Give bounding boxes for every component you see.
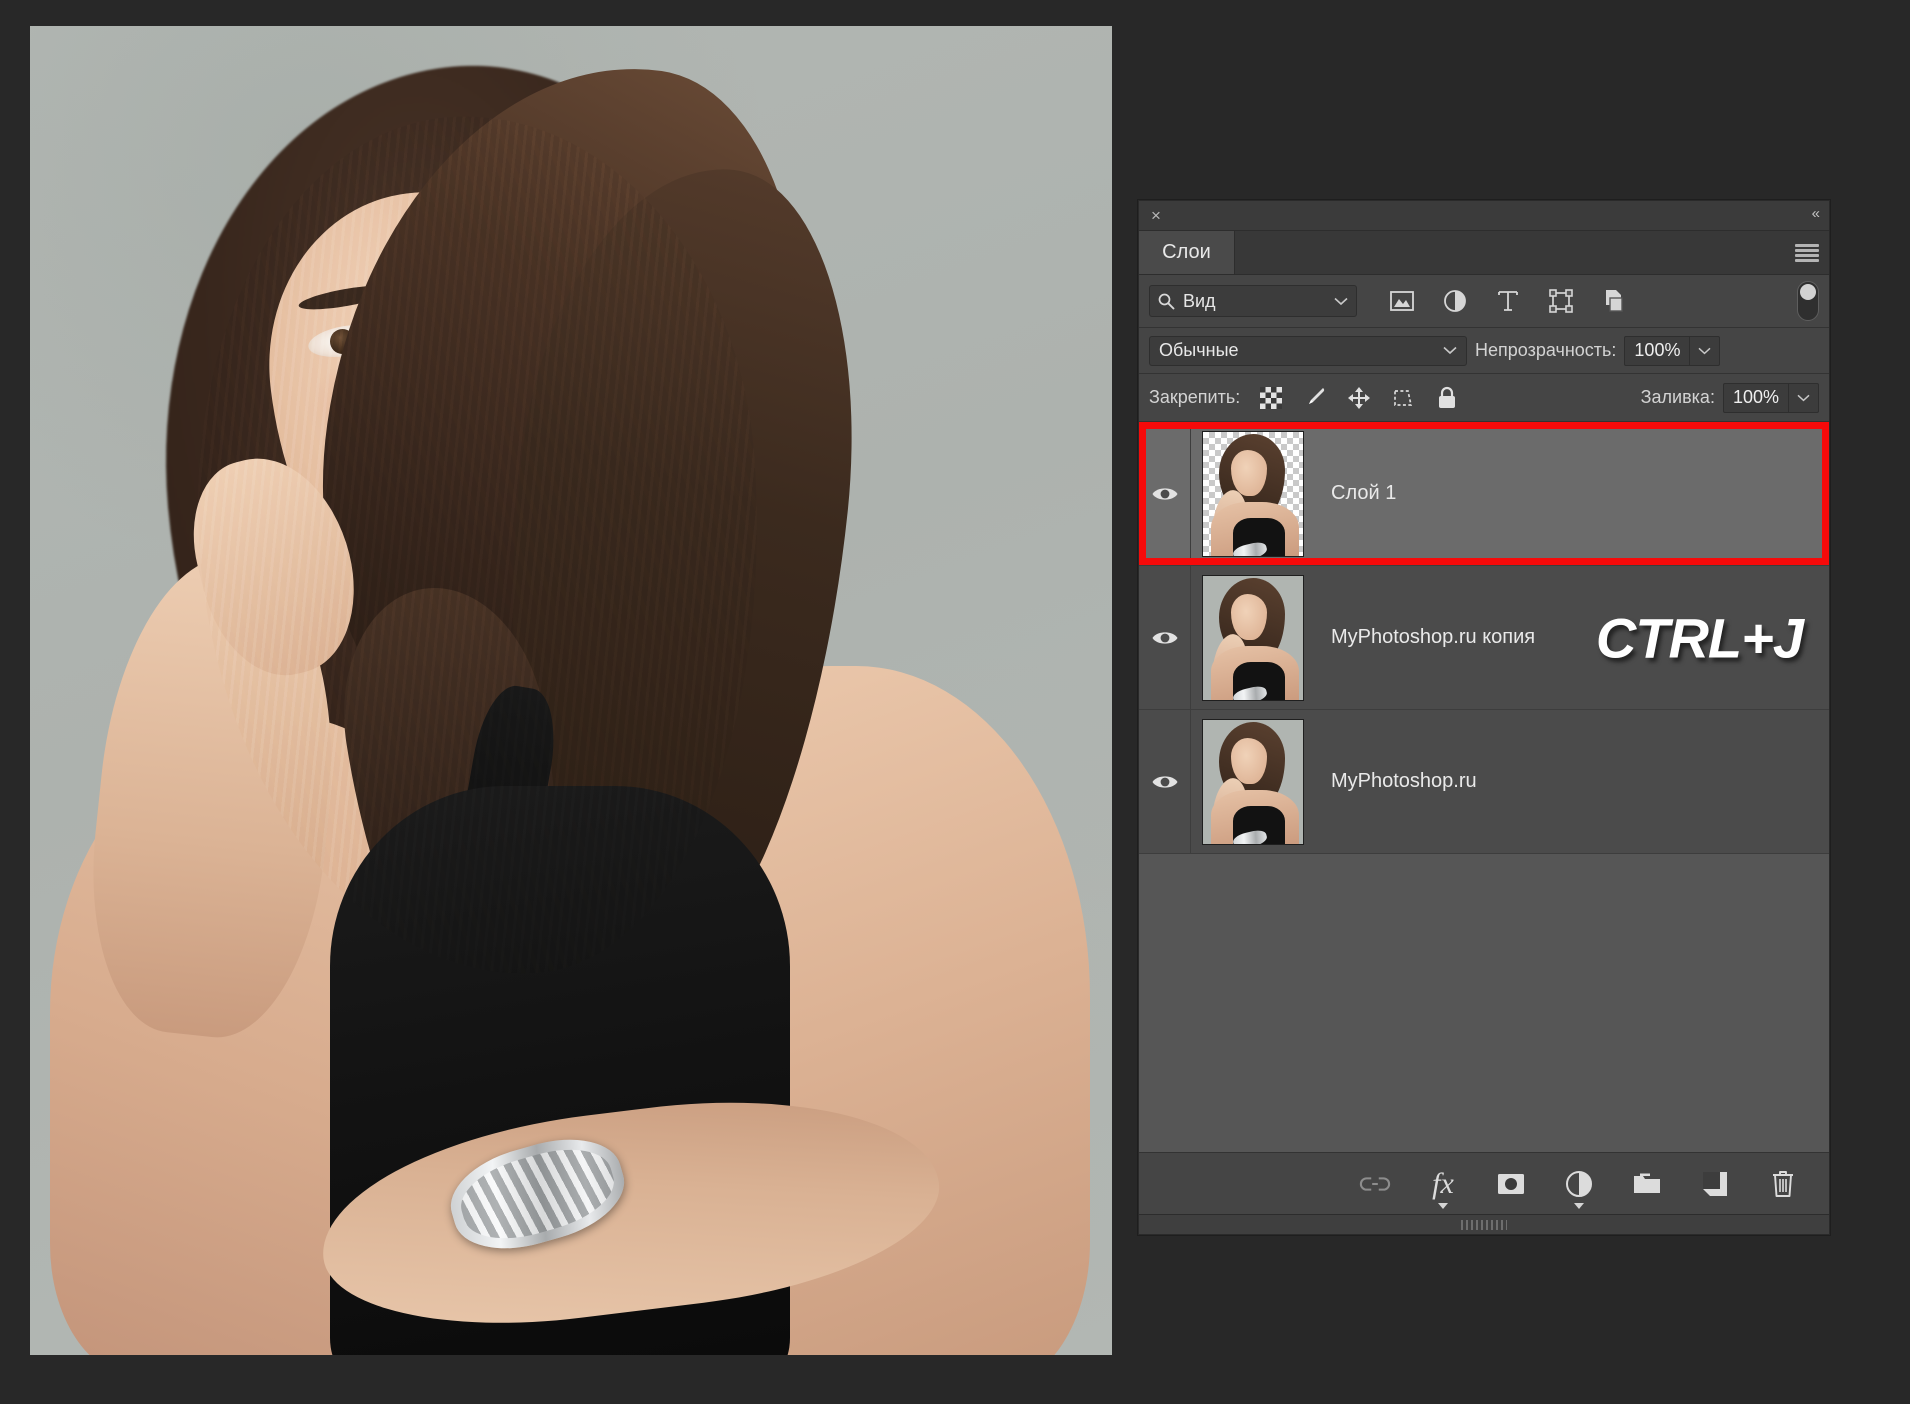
- fill-stepper-icon[interactable]: [1788, 384, 1818, 412]
- lock-all-icon[interactable]: [1434, 385, 1460, 411]
- layer-filter-icons: [1389, 288, 1627, 314]
- layer-thumbnail-cell[interactable]: [1191, 719, 1315, 845]
- fill-field[interactable]: 100%: [1723, 383, 1819, 413]
- link-layers-icon[interactable]: [1359, 1168, 1391, 1200]
- layer-name[interactable]: MyPhotoshop.ru копия: [1315, 626, 1535, 649]
- table-row[interactable]: Слой 1: [1139, 422, 1829, 566]
- blend-mode-select[interactable]: Обычные: [1149, 336, 1467, 366]
- table-row[interactable]: MyPhotoshop.ru: [1139, 710, 1829, 854]
- panel-resize-grip[interactable]: [1139, 1214, 1829, 1234]
- fill-label: Заливка:: [1641, 387, 1715, 408]
- filter-enable-toggle[interactable]: [1797, 281, 1819, 321]
- filter-type-select[interactable]: Вид: [1149, 285, 1357, 317]
- layer-style-fx-icon[interactable]: fx: [1427, 1168, 1459, 1200]
- lock-position-icon[interactable]: [1346, 385, 1372, 411]
- filter-smart-object-icon[interactable]: [1601, 288, 1627, 314]
- filter-type-value: Вид: [1183, 291, 1216, 312]
- lock-label: Закрепить:: [1149, 387, 1240, 408]
- table-row[interactable]: MyPhotoshop.ru копия CTRL+J: [1139, 566, 1829, 710]
- new-adjustment-layer-icon[interactable]: [1563, 1168, 1595, 1200]
- app-root: × « Слои Вид: [0, 0, 1910, 1404]
- filter-shape-icon[interactable]: [1548, 288, 1574, 314]
- layer-filter-bar: Вид: [1139, 275, 1829, 328]
- layers-panel: × « Слои Вид: [1138, 200, 1830, 1235]
- photo-canvas: [30, 26, 1112, 1355]
- opacity-stepper-icon[interactable]: [1689, 337, 1719, 365]
- layer-name[interactable]: Слой 1: [1315, 482, 1396, 505]
- panel-tab-bar: Слои: [1139, 231, 1829, 275]
- close-icon[interactable]: ×: [1147, 207, 1165, 225]
- fill-value[interactable]: 100%: [1724, 387, 1788, 408]
- layer-visibility-toggle[interactable]: [1139, 422, 1191, 565]
- eye-icon: [1151, 484, 1179, 504]
- fx-label: fx: [1432, 1169, 1454, 1199]
- caret-down-icon: [1574, 1203, 1584, 1209]
- chevron-down-icon: [1443, 346, 1457, 355]
- filter-pixel-icon[interactable]: [1389, 288, 1415, 314]
- tab-layers-label: Слои: [1162, 241, 1211, 264]
- caret-down-icon: [1438, 1203, 1448, 1209]
- panel-bottom-toolbar: fx: [1139, 1152, 1829, 1214]
- panel-menu-icon[interactable]: [1795, 244, 1819, 262]
- layer-thumbnail: [1202, 575, 1304, 701]
- thumb-face: [1231, 450, 1267, 496]
- thumbnail-content: [1203, 576, 1303, 700]
- lock-icon-group: [1258, 385, 1460, 411]
- lock-image-pixels-icon[interactable]: [1302, 385, 1328, 411]
- delete-layer-icon[interactable]: [1767, 1168, 1799, 1200]
- thumbnail-content: [1203, 720, 1303, 844]
- layer-thumbnail: [1202, 431, 1304, 557]
- add-layer-mask-icon[interactable]: [1495, 1168, 1527, 1200]
- eye-icon: [1151, 772, 1179, 792]
- layer-thumbnail-cell[interactable]: [1191, 575, 1315, 701]
- blend-mode-value: Обычные: [1159, 340, 1239, 361]
- lock-artboard-nesting-icon[interactable]: [1390, 385, 1416, 411]
- lock-transparent-pixels-icon[interactable]: [1258, 385, 1284, 411]
- panel-title-bar: × «: [1139, 201, 1829, 231]
- opacity-label: Непрозрачность:: [1475, 340, 1616, 361]
- new-layer-icon[interactable]: [1699, 1168, 1731, 1200]
- eye-icon: [1151, 628, 1179, 648]
- layer-visibility-toggle[interactable]: [1139, 710, 1191, 853]
- thumbnail-content: [1203, 432, 1303, 556]
- thumb-face: [1231, 594, 1267, 640]
- layer-thumbnail: [1202, 719, 1304, 845]
- portrait-image: [30, 26, 1112, 1355]
- lock-bar: Закрепить:: [1139, 374, 1829, 422]
- layers-list[interactable]: Слой 1: [1139, 422, 1829, 1152]
- blend-mode-bar: Обычные Непрозрачность: 100%: [1139, 328, 1829, 374]
- tab-bar-filler: [1235, 231, 1829, 274]
- new-group-icon[interactable]: [1631, 1168, 1663, 1200]
- filter-adjustment-icon[interactable]: [1442, 288, 1468, 314]
- shortcut-annotation: CTRL+J: [1596, 605, 1803, 670]
- filter-type-icon[interactable]: [1495, 288, 1521, 314]
- layer-name[interactable]: MyPhotoshop.ru: [1315, 770, 1477, 793]
- chevron-down-icon: [1334, 297, 1348, 306]
- tab-layers[interactable]: Слои: [1139, 231, 1235, 274]
- collapse-panel-icon[interactable]: «: [1812, 205, 1819, 222]
- opacity-value[interactable]: 100%: [1625, 340, 1689, 361]
- layer-visibility-toggle[interactable]: [1139, 566, 1191, 709]
- search-icon: [1158, 293, 1175, 310]
- layer-thumbnail-cell[interactable]: [1191, 431, 1315, 557]
- opacity-field[interactable]: 100%: [1624, 336, 1720, 366]
- thumb-face: [1231, 738, 1267, 784]
